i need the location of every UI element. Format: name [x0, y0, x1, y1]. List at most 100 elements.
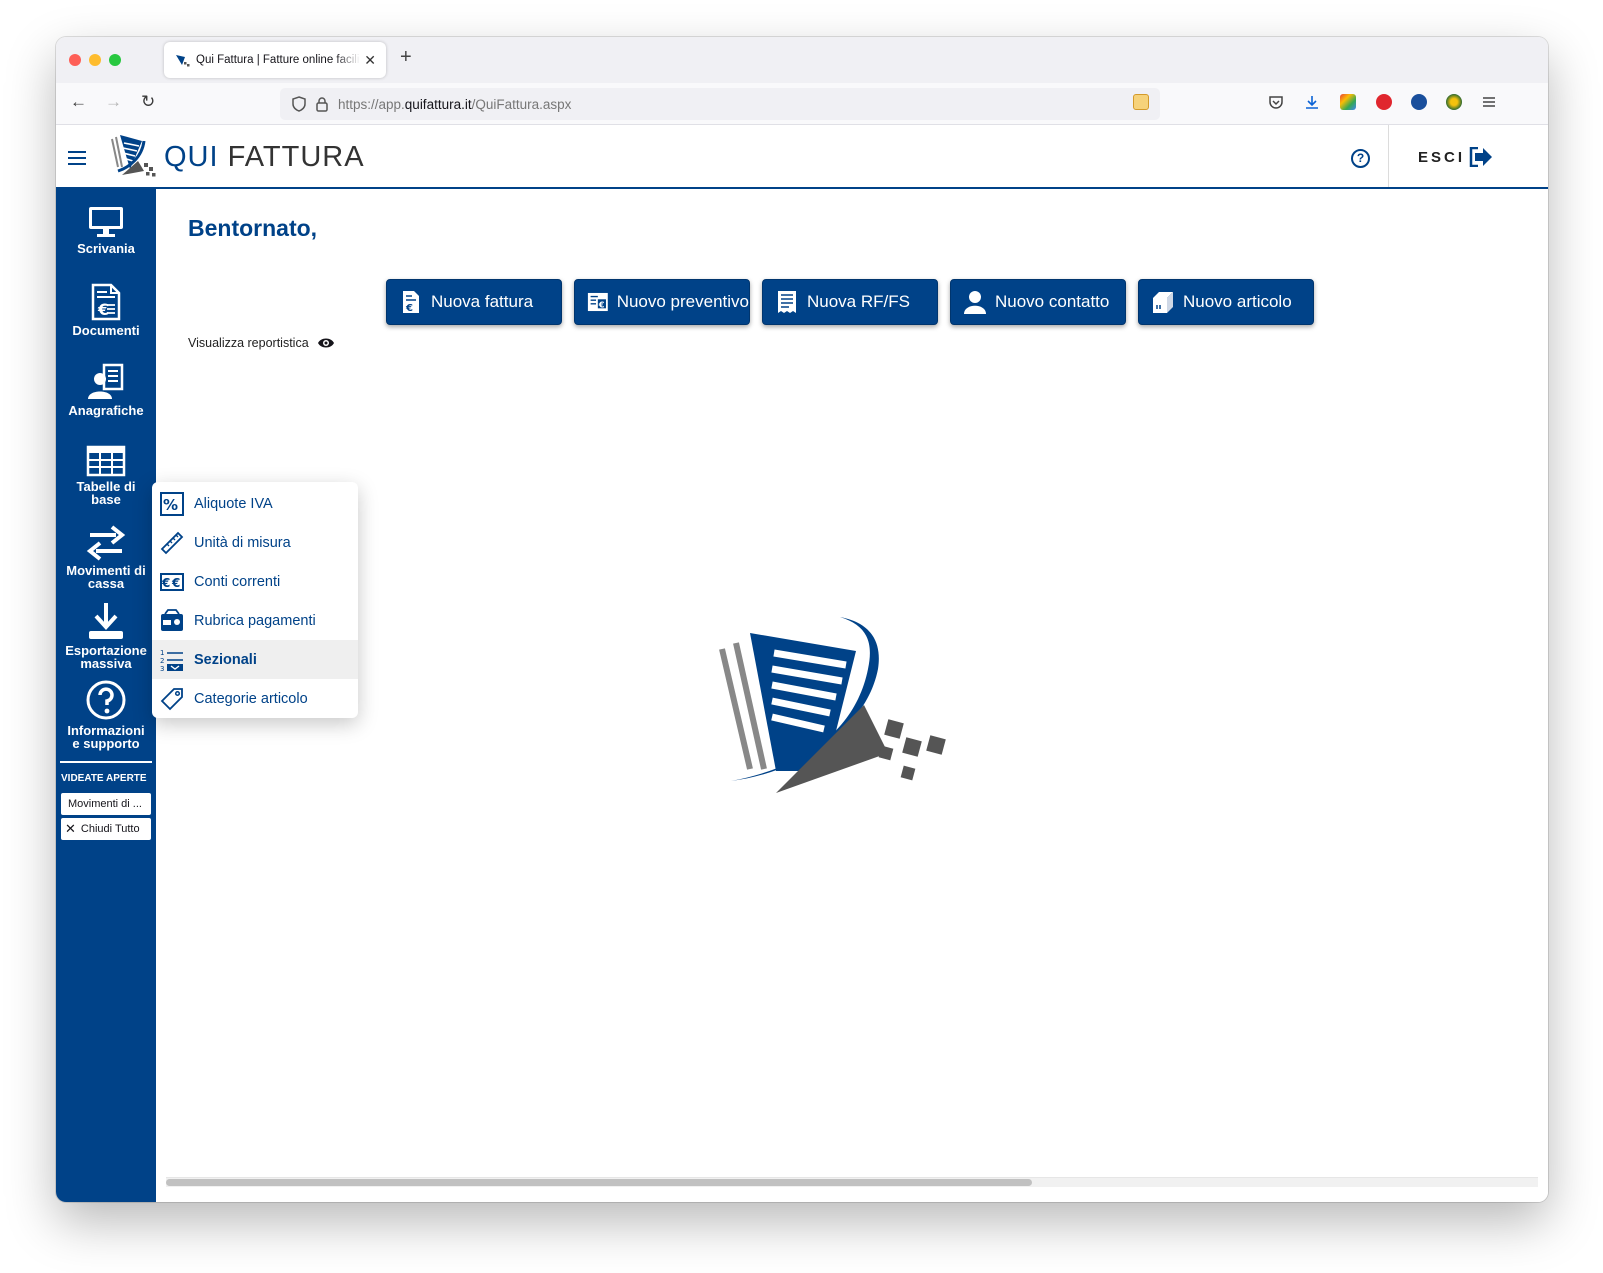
- url-text: https://app.quifattura.it/QuiFattura.asp…: [338, 96, 572, 112]
- new-article-label: Nuovo articolo: [1183, 292, 1292, 311]
- forward-arrow-icon[interactable]: →: [105, 92, 122, 112]
- new-quote-label: Nuovo preventivo: [616, 292, 749, 311]
- svg-text:€: €: [161, 576, 170, 590]
- lock-icon[interactable]: [316, 96, 328, 112]
- menu-label-unita-di-misura: Unità di misura: [194, 534, 291, 551]
- extension-globe-icon[interactable]: [1446, 94, 1462, 110]
- back-arrow-icon[interactable]: ←: [70, 92, 87, 112]
- sidebar-label-anagrafiche: Anagrafiche: [68, 403, 144, 418]
- downloads-icon[interactable]: [1304, 94, 1320, 110]
- invoice-icon: €: [403, 291, 419, 314]
- close-all-button[interactable]: ✕ Chiudi Tutto: [61, 818, 151, 840]
- menu-label-categorie-articolo: Categorie articolo: [194, 690, 308, 707]
- svg-text:€: €: [598, 299, 605, 309]
- logout-label: ESCI: [1418, 148, 1466, 166]
- package-icon: [1153, 292, 1173, 313]
- close-icon: ✕: [65, 821, 76, 836]
- open-screen-chip[interactable]: Movimenti di ...: [61, 793, 151, 815]
- maximize-window-button[interactable]: [109, 54, 121, 66]
- ruler-icon: [160, 531, 184, 554]
- sidebar-label-scrivania: Scrivania: [77, 241, 135, 256]
- minimize-window-button[interactable]: [89, 54, 101, 66]
- new-receipt-button[interactable]: Nuova RF/FS: [762, 279, 938, 325]
- sidebar-item-anagrafiche[interactable]: Anagrafiche: [56, 363, 156, 417]
- arrows-exchange-icon: [86, 525, 126, 561]
- new-contact-button[interactable]: Nuovo contatto: [950, 279, 1126, 325]
- document-euro-icon: €: [91, 283, 121, 321]
- new-invoice-button[interactable]: € Nuova fattura: [386, 279, 562, 325]
- menu-item-sezionali[interactable]: 123 Sezionali: [152, 640, 358, 679]
- menu-item-aliquote-iva[interactable]: % Aliquote IVA: [152, 484, 358, 523]
- extension-color-icon[interactable]: [1340, 94, 1356, 110]
- menu-label-rubrica-pagamenti: Rubrica pagamenti: [194, 612, 316, 629]
- sidebar-item-esportazione-massiva[interactable]: Esportazione massiva: [56, 601, 156, 670]
- svg-text:2: 2: [160, 657, 164, 665]
- sidebar-item-documenti[interactable]: € Documenti: [56, 283, 156, 337]
- sidebar-label-informazioni-2: e supporto: [72, 736, 140, 751]
- user-icon: [964, 291, 986, 314]
- extension-red-icon[interactable]: [1376, 94, 1392, 110]
- open-screens-caption: VIDEATE APERTE: [61, 773, 147, 784]
- sidebar-label-movimenti-2: cassa: [87, 576, 125, 591]
- browser-navbar: ← → ↻ https://app.quifattura.it/QuiFattu…: [56, 83, 1548, 125]
- close-tab-icon[interactable]: ✕: [364, 52, 376, 69]
- menu-label-aliquote-iva: Aliquote IVA: [194, 495, 273, 512]
- help-icon[interactable]: ?: [1351, 149, 1370, 168]
- pocket-icon[interactable]: [1268, 94, 1284, 110]
- monitor-icon: [89, 207, 123, 237]
- help-circle-icon: [86, 680, 126, 720]
- favicon-icon: [176, 55, 190, 67]
- qui-fattura-watermark-logo: [719, 617, 946, 793]
- welcome-title: Bentornato,: [188, 215, 318, 241]
- new-tab-button[interactable]: +: [400, 46, 412, 69]
- horizontal-scrollbar-thumb[interactable]: [166, 1179, 1032, 1186]
- close-window-button[interactable]: [69, 54, 81, 66]
- sidebar-item-informazioni-e-supporto[interactable]: Informazioni e supporto: [56, 679, 156, 750]
- menu-item-conti-correnti[interactable]: € € Conti correnti: [152, 562, 358, 601]
- menu-label-conti-correnti: Conti correnti: [194, 573, 281, 590]
- extension-calendar-icon[interactable]: [1133, 94, 1149, 110]
- sidebar-item-movimenti-di-cassa[interactable]: Movimenti di cassa: [56, 523, 156, 590]
- new-invoice-label: Nuova fattura: [431, 292, 534, 311]
- logout-arrow-icon: [1469, 147, 1493, 167]
- shield-icon[interactable]: [292, 96, 306, 112]
- quick-actions: € Nuova fattura € Nuovo preventivo Nuova…: [386, 279, 1326, 325]
- menu-label-sezionali: Sezionali: [194, 651, 257, 668]
- report-toggle[interactable]: Visualizza reportistica: [188, 336, 335, 350]
- browser-menu-icon[interactable]: [1481, 94, 1497, 110]
- sidebar-label-tabelle-2: base: [91, 492, 121, 507]
- new-receipt-label: Nuova RF/FS: [807, 292, 910, 311]
- hamburger-menu-icon[interactable]: [68, 151, 86, 165]
- sidebar-item-scrivania[interactable]: Scrivania: [56, 205, 156, 255]
- new-article-button[interactable]: Nuovo articolo: [1138, 279, 1314, 325]
- sidebar-separator: [60, 761, 152, 763]
- eye-icon: [317, 338, 334, 348]
- close-all-label: Chiudi Tutto: [80, 823, 140, 835]
- brand-name: QUI FATTURA: [164, 141, 365, 173]
- sidebar: Scrivania € Documenti Anagrafiche Tabell…: [56, 189, 156, 1202]
- browser-tab[interactable]: Qui Fattura | Fatture online facili ✕: [164, 42, 386, 78]
- euro-card-icon: € €: [160, 572, 184, 591]
- app-header: QUI FATTURA ? ESCI: [56, 125, 1548, 189]
- percent-icon: %: [160, 491, 184, 516]
- address-bar[interactable]: https://app.quifattura.it/QuiFattura.asp…: [280, 88, 1160, 120]
- sidebar-item-tabelle-di-base[interactable]: Tabelle di base: [56, 445, 156, 506]
- menu-item-unita-di-misura[interactable]: Unità di misura: [152, 523, 358, 562]
- new-contact-label: Nuovo contatto: [995, 292, 1110, 311]
- qui-fattura-logo[interactable]: [108, 133, 158, 179]
- receipt-icon: [778, 291, 796, 313]
- contacts-icon: [88, 363, 124, 399]
- reload-icon[interactable]: ↻: [141, 92, 155, 112]
- extension-blue-icon[interactable]: [1411, 94, 1427, 110]
- logout-button[interactable]: ESCI: [1418, 147, 1493, 167]
- tab-title: Qui Fattura | Fatture online facili: [196, 54, 360, 66]
- quote-icon: €: [587, 292, 608, 312]
- menu-item-categorie-articolo[interactable]: Categorie articolo: [152, 679, 358, 718]
- new-quote-button[interactable]: € Nuovo preventivo: [574, 279, 750, 325]
- tabelle-di-base-menu: % Aliquote IVA Unità di misura € € Conti …: [152, 482, 358, 718]
- browser-titlebar: Qui Fattura | Fatture online facili ✕ +: [56, 37, 1548, 83]
- svg-text:3: 3: [160, 665, 164, 672]
- svg-text:€: €: [405, 303, 413, 314]
- svg-text:%: %: [163, 496, 178, 514]
- menu-item-rubrica-pagamenti[interactable]: Rubrica pagamenti: [152, 601, 358, 640]
